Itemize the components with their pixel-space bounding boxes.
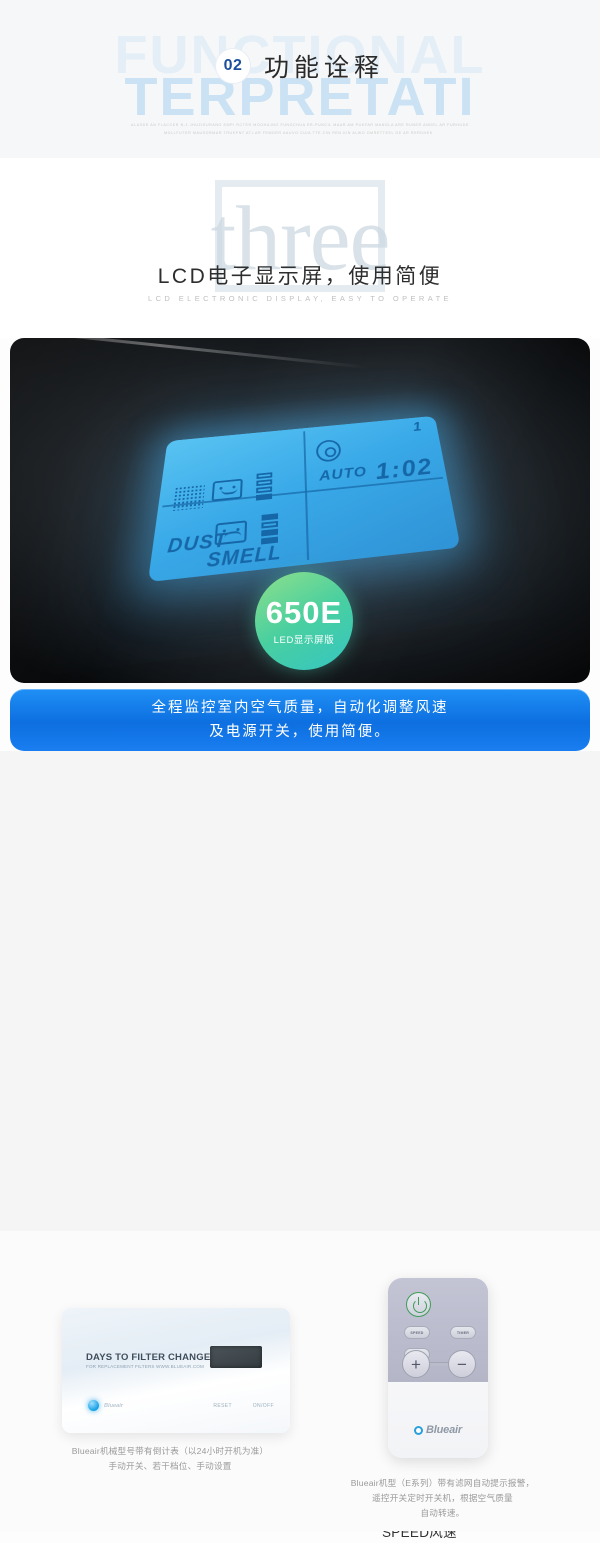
ghost-micro-text-1: ALASDE AN FLACCER N-1 JHUZIKURANG EMPI R… bbox=[131, 123, 469, 127]
dust-level-bars bbox=[255, 472, 273, 501]
banner-line-2: 及电源开关，使用简便。 bbox=[209, 724, 391, 740]
remote-power-button[interactable] bbox=[406, 1292, 431, 1317]
sad-face-icon bbox=[214, 520, 248, 546]
badge-caption-text: LED显示屏版 bbox=[273, 634, 335, 646]
banner-line-1: 全程监控室内空气质量，自动化调整风速 bbox=[151, 700, 449, 716]
lcd-divider-vertical bbox=[303, 431, 310, 561]
blueair-mark-icon bbox=[414, 1425, 424, 1435]
section-header-banner: FUNCTIONAL TERPRETATI ALASDE AN FLACCER … bbox=[0, 0, 600, 158]
photo-label-speed-digit: 1 bbox=[412, 420, 424, 435]
filter-panel-title: DAYS TO FILTER CHANGE bbox=[86, 1352, 211, 1363]
caption-left-line-1: 手动开关、若干档位、手动设置 bbox=[108, 1461, 232, 1471]
fan-icon bbox=[315, 438, 342, 463]
remote-brand-logo: Blueair bbox=[388, 1424, 488, 1436]
filter-change-panel-product: DAYS TO FILTER CHANGE FOR REPLACEMENT FI… bbox=[62, 1308, 290, 1433]
caption-right-line-0: Blueair机型（E系列）带有滤网自动提示报警， bbox=[350, 1478, 535, 1488]
remote-plus-button[interactable]: + bbox=[402, 1350, 430, 1378]
caption-left: Blueair机械型号带有倒计表（以24小时开机为准） 手动开关、若干档位、手动… bbox=[10, 1444, 330, 1474]
filter-panel-onoff-label[interactable]: ON/OFF bbox=[253, 1403, 274, 1409]
feature-banner: 全程监控室内空气质量，自动化调整风速 及电源开关，使用简便。 bbox=[10, 689, 590, 751]
dust-particles-icon bbox=[171, 484, 205, 512]
filter-panel-reset-label[interactable]: RESET bbox=[213, 1403, 232, 1409]
product-detail-page: FUNCTIONAL TERPRETATI ALASDE AN FLACCER … bbox=[0, 0, 600, 1543]
caption-right-line-1: 遥控开关定时开关机，根据空气质量 bbox=[372, 1493, 513, 1503]
remote-control-product: SPEED TIMER PRESET + − Blueair bbox=[388, 1278, 488, 1458]
filter-panel-brand: Blueair bbox=[104, 1403, 123, 1409]
remote-speed-button[interactable]: SPEED bbox=[404, 1326, 430, 1339]
section-number-badge: 02 bbox=[215, 49, 250, 83]
remote-minus-button[interactable]: − bbox=[448, 1350, 476, 1378]
filter-panel-led bbox=[88, 1400, 99, 1411]
lcd-heading-title: LCD电子显示屏，使用简便 bbox=[157, 265, 443, 288]
section-control-panel-diagram: SPEED风速 需要的话，可以按SPEED 手动风速 SPEED 1：夜间运行风… bbox=[0, 751, 600, 1540]
happy-face-icon bbox=[211, 478, 243, 502]
caption-left-line-0: Blueair机械型号带有倒计表（以24小时开机为准） bbox=[71, 1446, 269, 1456]
section-title-row: 02 功能诠释 bbox=[0, 48, 600, 84]
photo-label-timer: 1:02 bbox=[374, 453, 436, 485]
filter-panel-subtitle: FOR REPLACEMENT FILTERS WWW.BLUEAIR.COM bbox=[86, 1364, 204, 1369]
section-title: 功能诠释 bbox=[263, 54, 384, 82]
caption-right: Blueair机型（E系列）带有滤网自动提示报警， 遥控开关定时开关机，根据空气… bbox=[295, 1476, 590, 1521]
lcd-heading-subtitle: LCD ELECTRONIC DISPLAY, EASY TO OPERATE bbox=[148, 294, 452, 303]
model-badge-650e: 650E LED显示屏版 bbox=[255, 572, 353, 670]
smell-level-bars bbox=[261, 513, 279, 545]
remote-brand-name: Blueair bbox=[426, 1424, 462, 1436]
section-lcd-heading: three LCD电子显示屏，使用简便 LCD ELECTRONIC DISPL… bbox=[0, 158, 600, 338]
badge-model-text: 650E bbox=[265, 594, 343, 630]
caption-right-line-2: 自动转速。 bbox=[420, 1508, 465, 1518]
photo-label-auto: AUTO bbox=[318, 464, 368, 485]
remote-timer-button[interactable]: TIMER bbox=[450, 1326, 476, 1339]
ghost-micro-text-2: MOLLFUTER MAUSORMAR TRUKPNT ATI-AR FEMDE… bbox=[164, 131, 436, 135]
filter-panel-lcd bbox=[210, 1346, 262, 1368]
